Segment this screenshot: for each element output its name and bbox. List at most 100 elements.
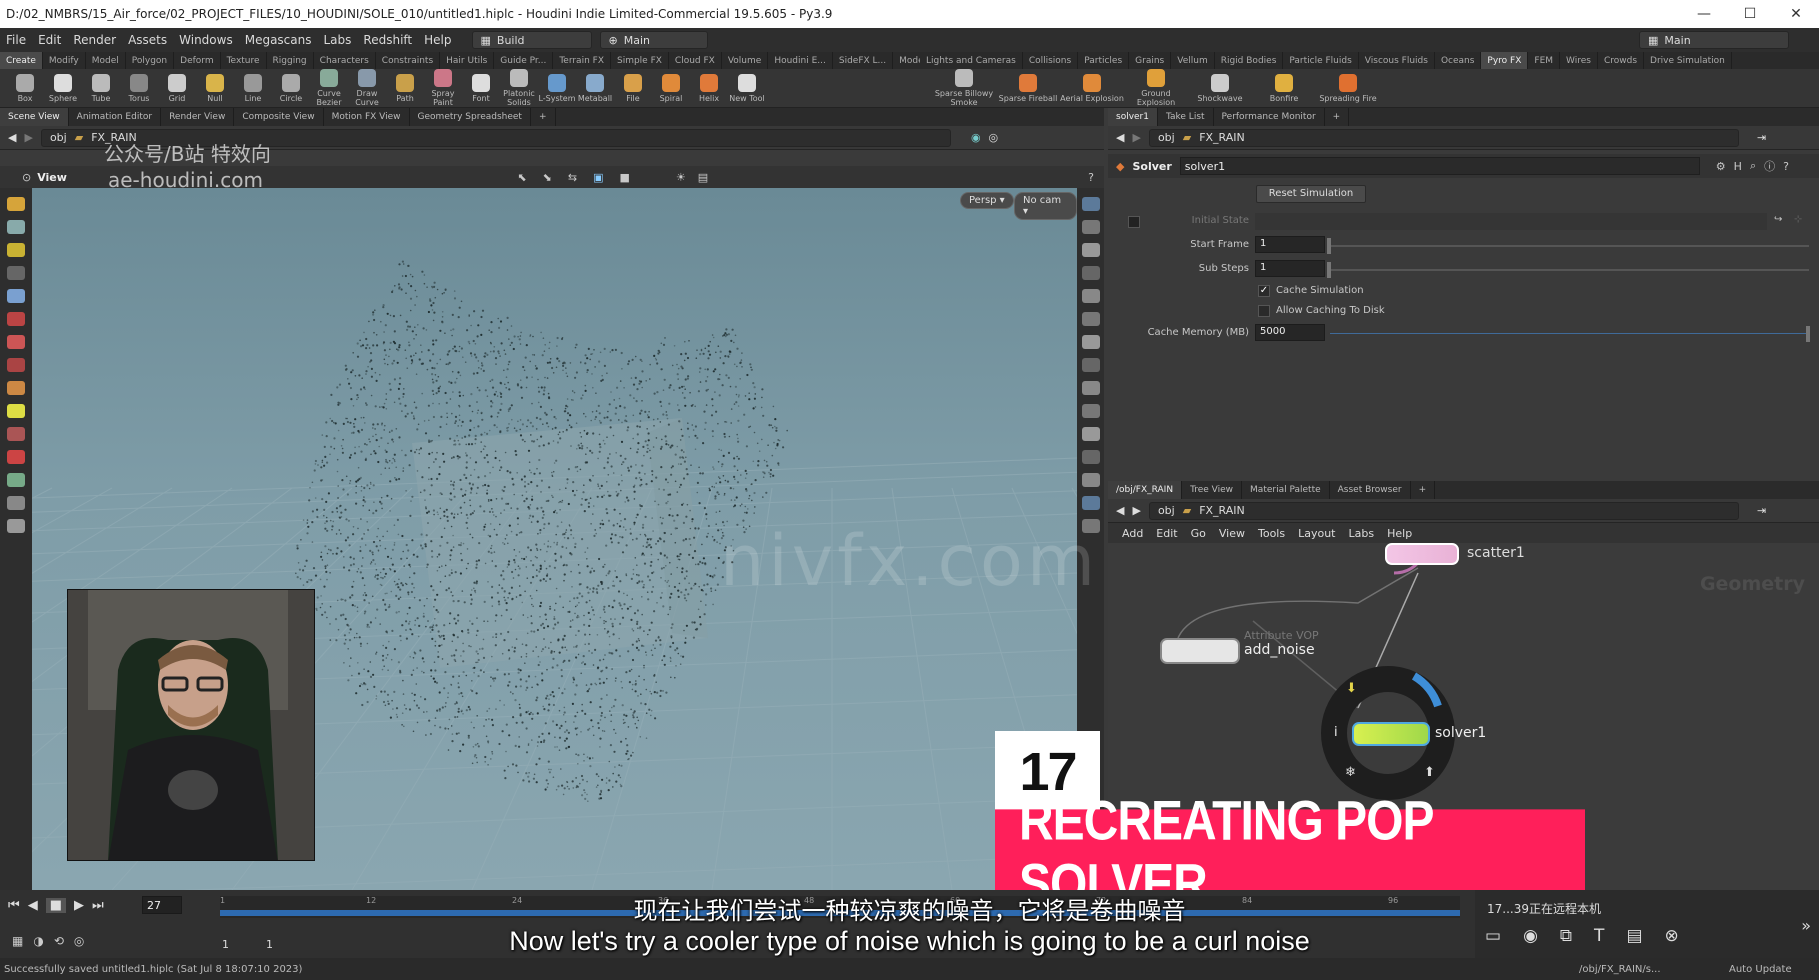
pane-tab[interactable]: /obj/FX_RAIN [1108, 481, 1183, 499]
shelf-tab[interactable]: FEM [1528, 52, 1561, 69]
maximize-button[interactable]: ☐ [1727, 6, 1773, 22]
pane-tab[interactable]: Tree View [1182, 481, 1243, 499]
light-icon[interactable]: ☀ [676, 171, 686, 184]
forward-arrow-icon[interactable]: ▶ [24, 131, 32, 144]
initial-state-field[interactable] [1255, 213, 1767, 230]
lock-arrow-icon[interactable]: ⬇ [1346, 681, 1357, 696]
normal-display-icon[interactable] [1081, 358, 1100, 372]
display-options-icon[interactable] [1081, 197, 1100, 211]
shelf-tab[interactable]: Create [0, 52, 43, 69]
desktop-select-2[interactable]: ⊕ Main [599, 31, 708, 49]
shelf-tool[interactable]: Spray Paint [424, 69, 462, 107]
select-icon[interactable] [7, 197, 25, 211]
shelf-tab[interactable]: Volume [722, 52, 769, 69]
shelf-tab[interactable]: Crowds [1598, 52, 1645, 69]
render-icon[interactable]: ▤ [698, 171, 708, 184]
wireframe-icon[interactable] [1081, 312, 1100, 326]
shelf-tab[interactable]: Modify [43, 52, 86, 69]
right-desktop-select[interactable]: ▦ Main [1639, 31, 1789, 49]
shelf-tool[interactable]: Spiral [652, 73, 690, 103]
zoom-icon[interactable] [7, 496, 25, 510]
initial-state-toggle[interactable] [1128, 216, 1140, 228]
shelf-tool[interactable]: New Tool [728, 73, 766, 103]
pane-tab[interactable]: Material Palette [1242, 481, 1330, 499]
shelf-tool[interactable]: Font [462, 73, 500, 103]
shelf-tool[interactable]: Grid [158, 73, 196, 103]
shelf-tab[interactable]: Particles [1078, 52, 1130, 69]
network-menu-item[interactable]: Tools [1258, 527, 1285, 540]
help-icon[interactable]: ? [1783, 160, 1789, 173]
paint-icon[interactable] [7, 358, 25, 372]
shelf-tab[interactable]: Vellum [1171, 52, 1215, 69]
shelf-tool[interactable]: Bonfire [1252, 73, 1316, 103]
pane-tab[interactable]: Render View [161, 108, 235, 126]
gear-icon[interactable]: ⚙ [1716, 160, 1726, 173]
shelf-tab[interactable]: Drive Simulation [1644, 52, 1732, 69]
cache-memory-knob[interactable] [1806, 326, 1810, 342]
close-button[interactable]: ✕ [1773, 6, 1819, 22]
magnet-icon[interactable] [7, 450, 25, 464]
transform-icon[interactable]: ⬊ [543, 171, 552, 184]
bypass-icon[interactable]: ❄ [1345, 765, 1356, 780]
node-jump-icon[interactable]: ↪ [1774, 214, 1782, 225]
shelf-tab[interactable]: Lights and Cameras [920, 52, 1023, 69]
shelf-tab[interactable]: Deform [174, 52, 221, 69]
path-node[interactable]: FX_RAIN [91, 131, 137, 144]
pane-tab[interactable]: Take List [1158, 108, 1214, 126]
rotate-icon[interactable] [7, 243, 25, 257]
shelf-tool[interactable]: Sphere [44, 73, 82, 103]
orbit-icon[interactable] [7, 473, 25, 487]
menu-render[interactable]: Render [67, 33, 122, 47]
cache-simulation-checkbox[interactable]: ✓ [1258, 285, 1270, 297]
add-noise-node[interactable] [1160, 638, 1240, 664]
shelf-tool[interactable]: Metaball [576, 73, 614, 103]
network-menu-item[interactable]: View [1219, 527, 1245, 540]
persp-button[interactable]: Persp ▾ [960, 192, 1014, 209]
path-obj[interactable]: obj [50, 131, 67, 144]
network-menu-item[interactable]: Help [1387, 527, 1412, 540]
shelf-tab[interactable]: Simple FX [611, 52, 669, 69]
guide-icon[interactable] [1081, 473, 1100, 487]
pin-icon[interactable]: ⇥ [1757, 504, 1766, 517]
select-tool-icon[interactable]: ⬉ [517, 171, 526, 184]
visibility-icon[interactable] [1081, 266, 1100, 280]
menu-edit[interactable]: Edit [32, 33, 67, 47]
shelf-tool[interactable]: Path [386, 73, 424, 103]
allow-caching-checkbox[interactable] [1258, 305, 1270, 317]
shelf-tool[interactable]: Draw Curve [348, 69, 386, 107]
info-icon[interactable]: i [1334, 725, 1338, 740]
menu-labs[interactable]: Labs [318, 33, 358, 47]
pane-tab[interactable]: Scene View [0, 108, 69, 126]
shelf-tool[interactable]: Curve Bezier [310, 69, 348, 107]
pane-tab[interactable]: Asset Browser [1330, 481, 1411, 499]
network-path-field[interactable]: obj ▰ FX_RAIN [1148, 501, 1739, 520]
path-node[interactable]: FX_RAIN [1199, 131, 1245, 144]
add-tab-icon[interactable]: + [531, 108, 556, 126]
cache-memory-field[interactable]: 5000 [1255, 324, 1325, 341]
shelf-tab[interactable]: Viscous Fluids [1359, 52, 1435, 69]
snap-tool-icon[interactable] [7, 427, 25, 441]
shelf-tool[interactable]: Spreading Fire [1316, 73, 1380, 103]
shelf-tab[interactable]: Hair Utils [440, 52, 495, 69]
shelf-tool[interactable]: Torus [120, 73, 158, 103]
shelf-tool[interactable]: File [614, 73, 652, 103]
back-arrow-icon[interactable]: ◀ [1116, 131, 1124, 144]
back-arrow-icon[interactable]: ◀ [1116, 504, 1124, 517]
camera-icon[interactable]: ◎ [989, 131, 999, 144]
scatter-node-label[interactable]: scatter1 [1467, 545, 1525, 561]
network-menu-item[interactable]: Labs [1349, 527, 1375, 540]
shelf-tool[interactable]: Shockwave [1188, 73, 1252, 103]
shelf-tab[interactable]: Rigid Bodies [1215, 52, 1284, 69]
param-path-field[interactable]: obj ▰ FX_RAIN [1148, 128, 1739, 147]
auto-update-button[interactable]: Auto Update [1729, 964, 1819, 975]
handle-icon[interactable]: ⇆ [568, 171, 577, 184]
menu-windows[interactable]: Windows [173, 33, 239, 47]
scale-icon[interactable] [7, 266, 25, 280]
path-obj[interactable]: obj [1158, 131, 1175, 144]
cache-memory-slider[interactable] [1330, 333, 1809, 334]
shelf-tab[interactable]: Wires [1560, 52, 1598, 69]
shelf-tab[interactable]: Texture [221, 52, 267, 69]
hda-icon[interactable]: H [1734, 160, 1742, 173]
shelf-tab[interactable]: Polygon [126, 52, 175, 69]
shelf-tool[interactable]: Helix [690, 73, 728, 103]
